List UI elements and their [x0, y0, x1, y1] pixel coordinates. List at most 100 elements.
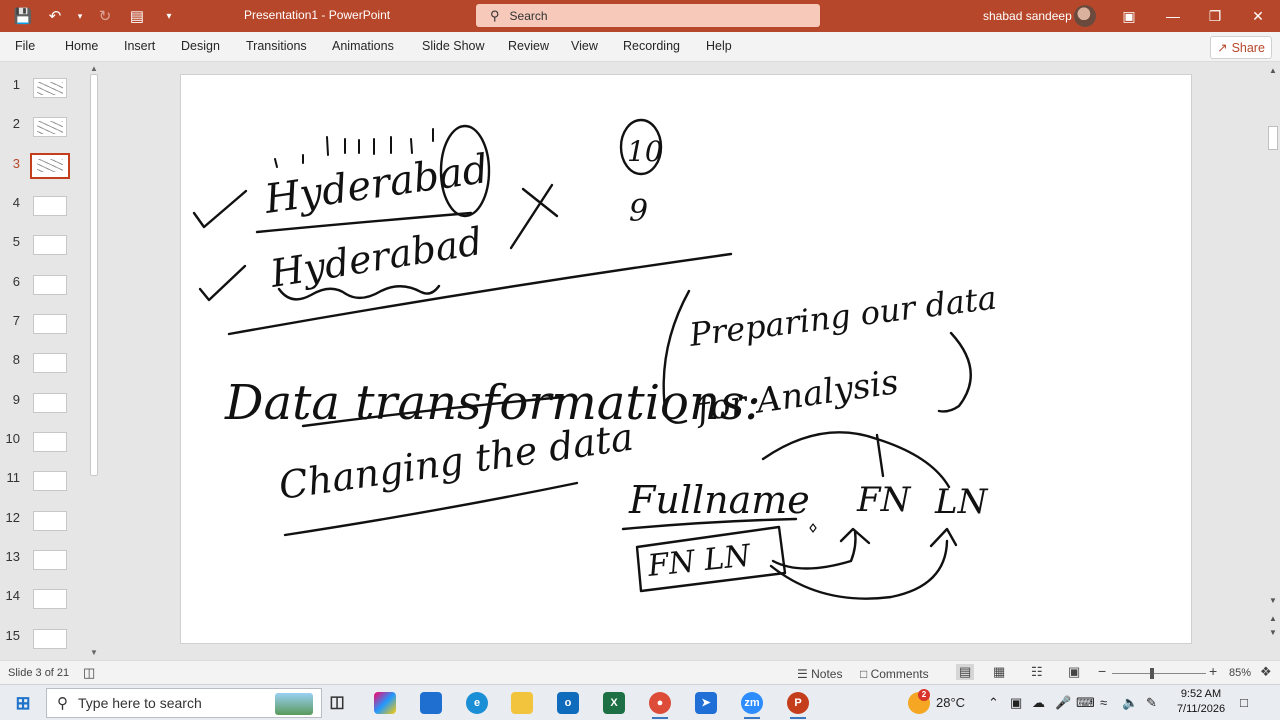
thumbnail-image [33, 629, 67, 649]
wifi-icon[interactable]: ≈ [1100, 695, 1107, 710]
thumbnail-image [33, 511, 67, 531]
zoom-app-icon[interactable]: zm [741, 692, 763, 719]
task-view-icon[interactable]: ◫ [326, 692, 348, 714]
tray-app-icon[interactable]: ▣ [1010, 695, 1022, 711]
tab-design[interactable]: Design [181, 39, 220, 53]
tab-slide-show[interactable]: Slide Show [422, 39, 485, 53]
normal-view-icon[interactable]: ▤ [956, 664, 975, 680]
slide-show-icon[interactable]: ▣ [1068, 664, 1080, 680]
save-icon[interactable]: 💾 [10, 5, 36, 27]
taskbar-search-input[interactable]: ⚲ Type here to search [46, 688, 322, 718]
windows-start-icon[interactable]: ⊞ [12, 692, 34, 714]
reading-view-icon[interactable]: ☷ [1031, 664, 1043, 680]
tab-animations[interactable]: Animations [332, 39, 394, 53]
redo-icon[interactable]: ↻ [92, 5, 118, 27]
zoom-out-icon[interactable]: − [1098, 663, 1106, 679]
slide-thumbnail-1[interactable]: 1 [0, 77, 88, 116]
thumbnail-number: 3 [12, 156, 20, 171]
restore-icon[interactable]: ❐ [1204, 6, 1226, 26]
slide-thumbnail-13[interactable]: 13 [0, 549, 88, 588]
scroll-up-arrow-icon[interactable]: ▲ [88, 64, 100, 73]
customize-icon[interactable]: ▾ [156, 5, 182, 27]
user-name[interactable]: shabad sandeep [983, 9, 1072, 23]
chrome-icon[interactable]: ● [649, 692, 671, 719]
file-explorer-icon[interactable] [511, 692, 533, 714]
paren-ink [937, 331, 972, 413]
slide-thumbnail-8[interactable]: 8 [0, 352, 88, 391]
slide-thumbnail-3[interactable]: 3 [0, 153, 88, 195]
zoom-in-icon[interactable]: + [1209, 663, 1217, 679]
excel-icon[interactable]: X [603, 692, 625, 714]
tab-home[interactable]: Home [65, 39, 98, 53]
thumbnail-image [33, 117, 67, 137]
pen-icon[interactable]: ✎ [1146, 695, 1157, 711]
scroll-down-arrow-icon[interactable]: ▼ [1266, 596, 1280, 605]
zoom-slider-knob[interactable] [1150, 668, 1154, 679]
comments-button[interactable]: □ Comments [860, 667, 929, 681]
slide-thumbnail-10[interactable]: 10 [0, 431, 88, 470]
minimize-icon[interactable]: — [1162, 6, 1184, 26]
microphone-icon[interactable]: 🎤 [1055, 695, 1071, 711]
zoom-level[interactable]: 85% [1229, 667, 1251, 679]
slide-thumbnail-6[interactable]: 6 [0, 274, 88, 313]
scrollbar-thumb[interactable] [1268, 126, 1278, 150]
weather-temperature[interactable]: 28°C [936, 695, 965, 710]
system-clock[interactable]: 9:52 AM 7/11/2026 [1170, 687, 1232, 717]
scrollbar-thumb[interactable] [90, 74, 98, 476]
tab-help[interactable]: Help [706, 39, 732, 53]
scroll-down-arrow-icon[interactable]: ▼ [88, 648, 100, 657]
present-icon[interactable]: ▤ [124, 5, 150, 27]
avatar[interactable] [1074, 5, 1096, 27]
thumbnail-scrollbar[interactable]: ▲ ▼ [88, 62, 100, 660]
slide-thumbnail-11[interactable]: 11 [0, 470, 88, 509]
tab-file[interactable]: File [15, 39, 35, 53]
slide-thumbnail-14[interactable]: 14 [0, 588, 88, 627]
outlook-icon[interactable]: o [557, 692, 579, 714]
search-icon: ⚲ [57, 695, 68, 712]
widget-app-icon[interactable] [420, 692, 442, 714]
share-label: Share [1231, 40, 1265, 55]
show-hidden-icons-icon[interactable]: ⌃ [988, 695, 999, 711]
thumbnail-image [33, 353, 67, 373]
scroll-up-arrow-icon[interactable]: ▲ [1266, 66, 1280, 75]
slide-scrollbar[interactable]: ▲ ▼ ▲ ▼ [1266, 62, 1280, 660]
tab-view[interactable]: View [571, 39, 598, 53]
tab-insert[interactable]: Insert [124, 39, 155, 53]
notes-button[interactable]: ☰ Notes [797, 667, 842, 681]
undo-icon[interactable]: ↶ [42, 5, 68, 27]
search-input[interactable]: ⚲ Search [476, 4, 820, 27]
previous-slide-icon[interactable]: ▲ [1266, 614, 1280, 623]
notifications-icon[interactable]: □ [1240, 695, 1248, 710]
undo-dropdown-icon[interactable]: ▾ [74, 5, 86, 27]
copilot-icon[interactable] [374, 692, 396, 714]
ribbon-display-options-icon[interactable]: ▣ [1118, 6, 1140, 26]
close-icon[interactable]: ✕ [1247, 6, 1269, 26]
slide-thumbnail-5[interactable]: 5 [0, 234, 88, 273]
handwriting-fn: FN [856, 480, 912, 520]
tab-transitions[interactable]: Transitions [246, 39, 307, 53]
powerpoint-icon[interactable]: P [787, 692, 809, 719]
app-icon[interactable]: ➤ [695, 692, 717, 714]
tab-recording[interactable]: Recording [623, 39, 680, 53]
thumbnail-image [33, 393, 67, 413]
volume-icon[interactable]: 🔈 [1122, 695, 1138, 711]
slide-canvas[interactable]: Hyderabad Hyderabad 10 9 Data transforma… [180, 74, 1192, 644]
slide-sorter-icon[interactable]: ▦ [993, 664, 1005, 680]
edge-browser-icon[interactable]: e [466, 692, 488, 714]
share-button[interactable]: ↗ Share [1210, 36, 1272, 59]
next-slide-icon[interactable]: ▼ [1266, 628, 1280, 637]
tab-review[interactable]: Review [508, 39, 549, 53]
zoom-slider[interactable] [1112, 673, 1206, 674]
slide-thumbnail-7[interactable]: 7 [0, 313, 88, 352]
keyboard-icon[interactable]: ⌨ [1076, 695, 1095, 711]
slide-thumbnail-2[interactable]: 2 [0, 116, 88, 155]
thumbnail-number: 9 [12, 392, 20, 407]
slide-thumbnail-12[interactable]: 12 [0, 510, 88, 549]
slide-thumbnail-4[interactable]: 4 [0, 195, 88, 234]
status-bar: Slide 3 of 21 ◫ ☰ Notes □ Comments ▤ ▦ ☷… [0, 660, 1280, 684]
windows-taskbar: ⊞ ⚲ Type here to search ◫ e o X ● ➤ zm P… [0, 684, 1280, 720]
onedrive-icon[interactable]: ☁ [1032, 695, 1045, 711]
fit-to-window-icon[interactable]: ❖ [1260, 664, 1272, 680]
accessibility-icon[interactable]: ◫ [83, 665, 95, 681]
slide-thumbnail-9[interactable]: 9 [0, 392, 88, 431]
